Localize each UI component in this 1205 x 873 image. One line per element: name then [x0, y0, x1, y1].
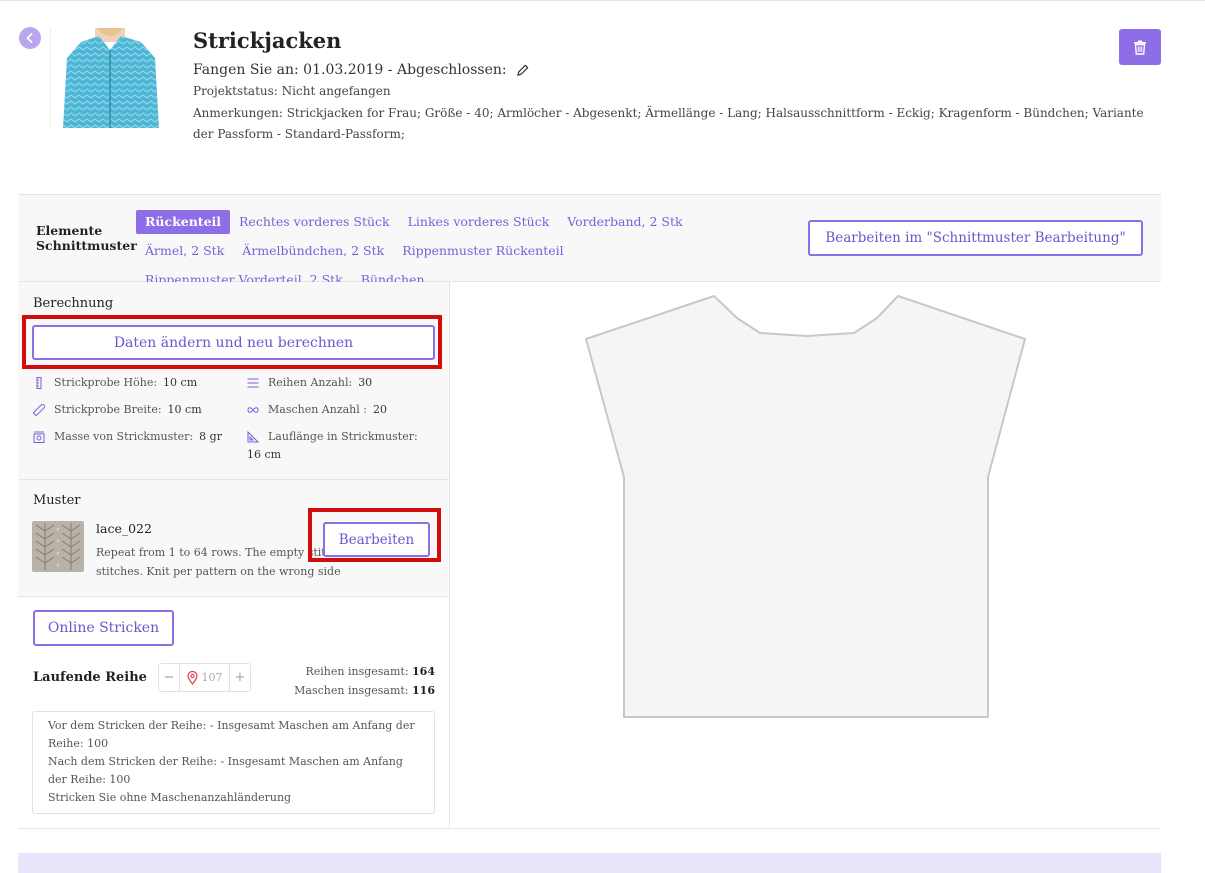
decrement-row-button[interactable]: − — [159, 664, 180, 691]
left-panel: Berechnung Daten ändern und neu berechne… — [18, 282, 450, 828]
edit-in-pattern-editor-button[interactable]: Bearbeiten im "Schnittmuster Bearbeitung… — [808, 220, 1143, 256]
muster-preview-image[interactable] — [32, 521, 84, 572]
elements-label-line2: Schnittmuster — [36, 238, 137, 253]
stitches-count-label: Maschen Anzahl : — [268, 403, 367, 416]
set-square-icon — [247, 431, 259, 443]
edit-muster-button[interactable]: Bearbeiten — [323, 522, 430, 557]
rows-total-label: Reihen insgesamt: — [305, 665, 409, 678]
project-title: Strickjacken — [193, 28, 342, 53]
gauge-height-label: Strickprobe Höhe: — [54, 376, 158, 389]
online-knitting-button[interactable]: Online Stricken — [33, 610, 174, 646]
back-piece-shape — [585, 295, 1026, 718]
stitches-count-stat: Maschen Anzahl : 20 — [247, 401, 387, 419]
yarn-length-stat: Lauflänge in Strickmuster: 16 cm — [247, 428, 418, 464]
location-pin-icon — [186, 670, 198, 685]
project-thumbnail — [50, 28, 170, 128]
bottom-divider — [18, 828, 1161, 829]
scale-icon — [33, 431, 45, 443]
row-info-after: Nach dem Stricken der Reihe: - Insgesamt… — [48, 755, 403, 786]
ruler-diagonal-icon — [33, 404, 45, 416]
tab-aermel[interactable]: Ärmel, 2 Stk — [136, 239, 233, 263]
gauge-width-stat: Strickprobe Breite: 10 cm — [33, 401, 202, 419]
tab-aermelbuendchen[interactable]: Ärmelbündchen, 2 Stk — [233, 239, 393, 263]
current-row-stepper[interactable]: − 107 + — [158, 663, 251, 692]
project-dates: Fangen Sie an: 01.03.2019 - Abgeschlosse… — [193, 62, 530, 78]
current-row-display[interactable]: 107 — [180, 670, 229, 685]
project-notes: Anmerkungen: Strickjacken for Frau; Größ… — [193, 106, 1144, 141]
trash-icon — [1134, 40, 1146, 55]
calculation-section: Berechnung Daten ändern und neu berechne… — [18, 282, 449, 480]
gauge-width-value: 10 cm — [167, 403, 202, 416]
current-row-label: Laufende Reihe — [33, 670, 147, 685]
gauge-width-label: Strickprobe Breite: — [54, 403, 162, 416]
top-divider — [0, 0, 1205, 1]
totals: Reihen insgesamt: 164 Maschen insgesamt:… — [294, 662, 435, 700]
gauge-height-stat: Strickprobe Höhe: 10 cm — [33, 374, 197, 392]
tab-linkes-vorderes-stueck[interactable]: Linkes vorderes Stück — [399, 210, 559, 234]
back-button[interactable] — [19, 27, 41, 49]
chevron-left-icon — [26, 33, 33, 43]
row-info-before: Vor dem Stricken der Reihe: - Insgesamt … — [48, 719, 415, 750]
weight-label: Masse von Strickmuster: — [54, 430, 194, 443]
project-status: Projektstatus: Nicht angefangen — [193, 84, 391, 98]
yarn-length-value: 16 cm — [247, 448, 282, 461]
rows-icon — [247, 378, 259, 388]
muster-title: Muster — [33, 493, 81, 508]
rows-count-value: 30 — [358, 376, 373, 389]
pattern-preview — [450, 282, 1161, 828]
weight-value: 8 gr — [199, 430, 222, 443]
row-info-box: Vor dem Stricken der Reihe: - Insgesamt … — [32, 711, 435, 814]
project-dates-text: Fangen Sie an: 01.03.2019 - Abgeschlosse… — [193, 62, 507, 78]
elements-label-line1: Elemente — [36, 223, 103, 238]
bottom-band — [18, 853, 1161, 873]
tab-rechtes-vorderes-stueck[interactable]: Rechtes vorderes Stück — [230, 210, 399, 234]
tab-vorderband[interactable]: Vorderband, 2 Stk — [558, 210, 691, 234]
calculation-title: Berechnung — [33, 296, 114, 311]
gauge-height-value: 10 cm — [163, 376, 198, 389]
weight-stat: Masse von Strickmuster: 8 gr — [33, 428, 222, 446]
infinity-icon — [247, 407, 259, 413]
tab-rueckenteil[interactable]: Rückenteil — [136, 210, 231, 234]
stitches-count-value: 20 — [373, 403, 387, 416]
tab-rippenmuster-rueckenteil[interactable]: Rippenmuster Rückenteil — [393, 239, 572, 263]
row-info-change: Stricken Sie ohne Maschenanzahländerung — [48, 791, 292, 804]
rows-count-label: Reihen Anzahl: — [268, 376, 353, 389]
muster-name: lace_022 — [96, 521, 152, 536]
elements-label: Elemente Schnittmuster — [36, 223, 137, 253]
pattern-elements-bar: Elemente Schnittmuster Rückenteil Rechte… — [18, 194, 1161, 287]
rows-count-stat: Reihen Anzahl: 30 — [247, 374, 372, 392]
stitches-total-value: 116 — [412, 684, 435, 697]
element-tabs: Rückenteil Rechtes vorderes Stück Linkes… — [136, 210, 776, 292]
pencil-icon[interactable] — [515, 63, 530, 78]
stitches-total-label: Maschen insgesamt: — [294, 684, 409, 697]
knitting-section: Online Stricken Laufende Reihe − 107 + R… — [18, 597, 449, 828]
recalculate-button[interactable]: Daten ändern und neu berechnen — [32, 325, 435, 360]
ruler-vertical-icon — [36, 377, 42, 389]
muster-section: Muster lace_022 Repeat from 1 to 64 rows… — [18, 480, 449, 597]
increment-row-button[interactable]: + — [229, 664, 250, 691]
delete-project-button[interactable] — [1119, 29, 1161, 65]
yarn-length-label: Lauflänge in Strickmuster: — [268, 430, 418, 443]
current-row-value: 107 — [201, 671, 223, 684]
rows-total-value: 164 — [412, 665, 435, 678]
